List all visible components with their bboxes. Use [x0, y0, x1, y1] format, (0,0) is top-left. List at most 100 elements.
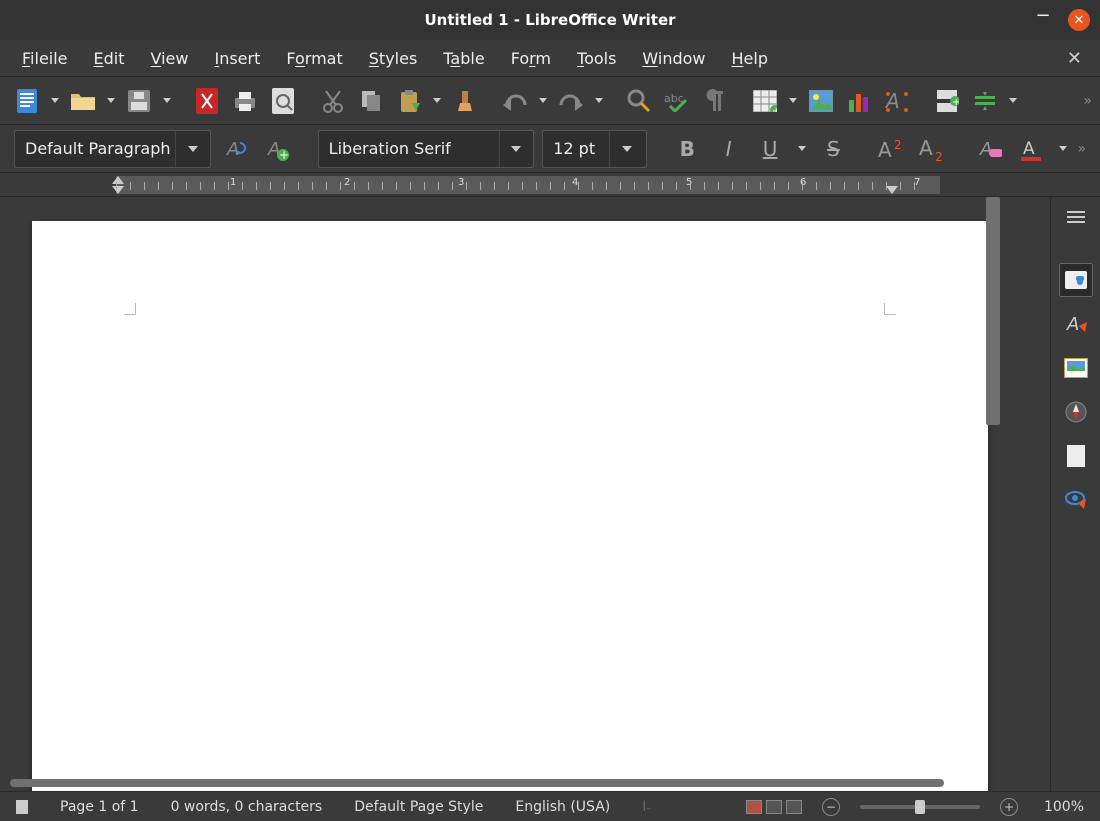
menu-edit[interactable]: EditEdit [82, 45, 137, 72]
menu-file[interactable]: FileFileile [10, 45, 80, 72]
toolbar-overflow-icon[interactable]: » [1083, 93, 1092, 109]
language-indicator[interactable]: English (USA) [509, 799, 616, 815]
formatting-marks-button[interactable] [698, 84, 732, 118]
paragraph-style-combo[interactable]: Default Paragraph Style [14, 130, 211, 168]
undo-dropdown[interactable] [536, 98, 550, 103]
sidebar-page-button[interactable] [1059, 439, 1093, 473]
save-dropdown[interactable] [160, 98, 174, 103]
book-view-icon[interactable] [786, 800, 802, 814]
undo-button[interactable] [498, 84, 532, 118]
menu-view[interactable]: ViewView [139, 45, 201, 72]
horizontal-scrollbar-thumb[interactable] [10, 779, 944, 787]
font-name-value: Liberation Serif [319, 139, 499, 158]
new-style-button[interactable]: A+ [260, 132, 293, 166]
view-layout-buttons[interactable] [746, 800, 802, 814]
insert-field-button[interactable] [968, 84, 1002, 118]
insert-chart-button[interactable] [842, 84, 876, 118]
menu-styles[interactable]: StylesStyles [357, 45, 430, 72]
clone-formatting-button[interactable] [448, 84, 482, 118]
subscript-button[interactable]: A2 [915, 132, 948, 166]
insert-field-dropdown[interactable] [1006, 98, 1020, 103]
save-button[interactable] [122, 84, 156, 118]
sidebar-navigator-button[interactable] [1059, 395, 1093, 429]
underline-dropdown[interactable] [795, 146, 809, 151]
spellcheck-button[interactable]: abc [660, 84, 694, 118]
formatbar-overflow-icon[interactable]: » [1078, 141, 1087, 157]
right-indent-marker[interactable] [886, 186, 898, 194]
new-document-button[interactable] [10, 84, 44, 118]
paste-button[interactable] [392, 84, 426, 118]
clear-formatting-button[interactable]: A [973, 132, 1006, 166]
font-size-combo[interactable]: 12 pt [542, 130, 646, 168]
open-dropdown[interactable] [104, 98, 118, 103]
document-area[interactable] [0, 197, 1050, 791]
subscript-icon: A2 [919, 137, 945, 161]
insert-table-button[interactable]: + [748, 84, 782, 118]
chevron-down-icon [609, 131, 643, 167]
insert-image-button[interactable] [804, 84, 838, 118]
print-button[interactable] [228, 84, 262, 118]
paste-dropdown[interactable] [430, 98, 444, 103]
sidebar-settings-button[interactable] [1062, 203, 1090, 231]
menu-table[interactable]: TableTable [431, 45, 496, 72]
page[interactable] [32, 221, 988, 791]
page-indicator[interactable]: Page 1 of 1 [54, 799, 145, 815]
page-style-indicator[interactable]: Default Page Style [348, 799, 489, 815]
multi-page-view-icon[interactable] [766, 800, 782, 814]
menu-insert[interactable]: InsertInsert [202, 45, 272, 72]
font-color-dropdown[interactable] [1056, 146, 1070, 151]
insert-table-dropdown[interactable] [786, 98, 800, 103]
horizontal-ruler[interactable]: 1 2 3 4 5 6 7 [0, 172, 1100, 196]
insert-page-break-button[interactable]: + [930, 84, 964, 118]
font-name-combo[interactable]: Liberation Serif [318, 130, 535, 168]
export-pdf-button[interactable] [190, 84, 224, 118]
bold-button[interactable]: B [670, 132, 703, 166]
close-button[interactable]: ✕ [1068, 9, 1090, 31]
menu-format[interactable]: FormatFormat [274, 45, 354, 72]
cut-button[interactable] [316, 84, 350, 118]
italic-button[interactable]: I [712, 132, 745, 166]
left-indent-marker[interactable] [112, 186, 124, 194]
printer-icon [233, 90, 257, 112]
sidebar-properties-button[interactable] [1059, 263, 1093, 297]
document-close-button[interactable]: ✕ [1059, 44, 1090, 73]
word-count[interactable]: 0 words, 0 characters [165, 799, 329, 815]
new-document-dropdown[interactable] [48, 98, 62, 103]
superscript-button[interactable]: A2 [874, 132, 907, 166]
zoom-slider[interactable] [860, 805, 980, 809]
ruler-tick-label: 1 [230, 177, 236, 188]
open-button[interactable] [66, 84, 100, 118]
insert-mode-indicator[interactable]: I⎯ [636, 799, 657, 815]
underline-button[interactable]: U [753, 132, 786, 166]
sidebar-gallery-button[interactable] [1059, 351, 1093, 385]
vertical-scrollbar-thumb[interactable] [986, 197, 1000, 425]
svg-text:A: A [919, 137, 933, 160]
find-replace-button[interactable] [622, 84, 656, 118]
minimize-button[interactable]: − [1032, 9, 1054, 31]
sidebar-styles-button[interactable]: A [1059, 307, 1093, 341]
copy-button[interactable] [354, 84, 388, 118]
save-status-icon[interactable] [10, 800, 34, 814]
menu-help[interactable]: HelpHelp [720, 45, 780, 72]
first-line-indent-marker[interactable] [112, 176, 124, 184]
update-style-button[interactable]: A [219, 132, 252, 166]
update-style-icon: A [224, 137, 248, 161]
menu-window[interactable]: WindowWindow [630, 45, 717, 72]
menu-form[interactable]: FormForm [499, 45, 563, 72]
strikethrough-button[interactable]: S [817, 132, 850, 166]
zoom-slider-knob[interactable] [915, 800, 925, 814]
menu-tools[interactable]: ToolsTools [565, 45, 628, 72]
zoom-in-button[interactable]: + [1000, 798, 1018, 816]
font-color-icon: A [1019, 137, 1043, 161]
redo-button[interactable] [554, 84, 588, 118]
zoom-out-button[interactable]: − [822, 798, 840, 816]
single-page-view-icon[interactable] [746, 800, 762, 814]
print-preview-button[interactable] [266, 84, 300, 118]
svg-text:A: A [226, 139, 239, 160]
sidebar-inspector-button[interactable] [1059, 483, 1093, 517]
zoom-percent[interactable]: 100% [1038, 799, 1090, 815]
insert-textbox-button[interactable]: A [880, 84, 914, 118]
horizontal-scrollbar[interactable] [10, 779, 990, 789]
redo-dropdown[interactable] [592, 98, 606, 103]
font-color-button[interactable]: A [1014, 132, 1047, 166]
